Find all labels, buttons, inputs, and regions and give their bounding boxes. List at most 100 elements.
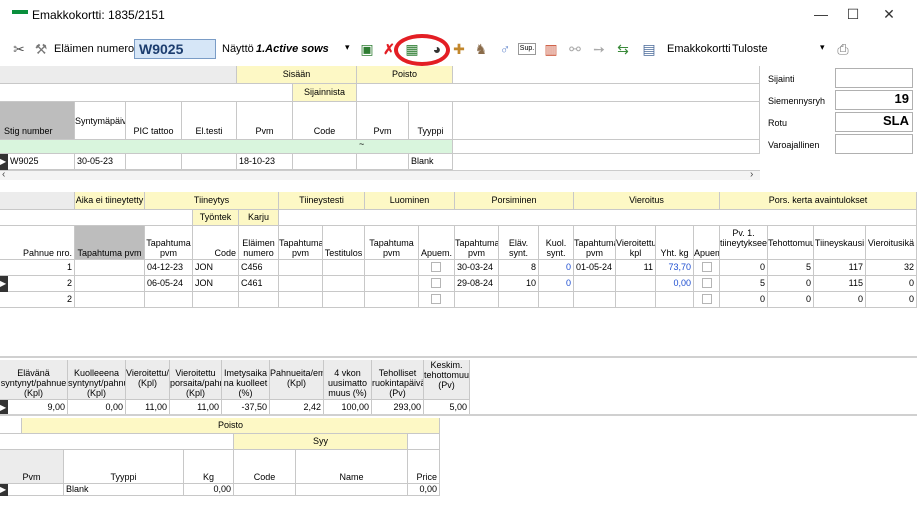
table-row-kg[interactable]: 73,70: [656, 260, 694, 276]
col-wean-nurse[interactable]: Apuem.: [694, 226, 720, 260]
printer-grid-icon[interactable]: ▤: [640, 40, 658, 58]
table-row-cell[interactable]: [574, 292, 616, 308]
view-select[interactable]: 1.Active sows: [256, 43, 329, 55]
col-boar-number[interactable]: Eläimen numero: [239, 226, 279, 260]
minimize-button[interactable]: —: [806, 4, 836, 26]
table-row-cell[interactable]: [419, 276, 455, 292]
arrow-icon[interactable]: ➙: [590, 40, 608, 58]
table-row-cell[interactable]: [365, 292, 419, 308]
removal-row-code[interactable]: [234, 484, 296, 496]
col-total-kg[interactable]: Yht. kg: [656, 226, 694, 260]
table-row-cell[interactable]: [419, 292, 455, 308]
print-icon[interactable]: ⎙: [834, 40, 852, 58]
sup-button[interactable]: Sup.: [518, 43, 536, 55]
col-4wk-return[interactable]: 4 vkon uusimatto muus (%): [324, 360, 372, 400]
col-reason-name[interactable]: Name: [296, 450, 408, 484]
filter-row[interactable]: ~: [0, 140, 453, 154]
wean-nurse-checkbox[interactable]: [702, 278, 712, 288]
table-row-cell[interactable]: [323, 292, 365, 308]
col-in-code[interactable]: Code: [293, 102, 357, 140]
col-reason-code[interactable]: Code: [234, 450, 296, 484]
col-in-date[interactable]: Pvm: [237, 102, 293, 140]
table-row-cell[interactable]: [365, 260, 419, 276]
table-row-cell[interactable]: [694, 292, 720, 308]
col-stillborn[interactable]: Kuol. synt.: [539, 226, 574, 260]
table-row-cell[interactable]: [365, 276, 419, 292]
table-row-boar[interactable]: C456: [239, 260, 279, 276]
col-worker-code[interactable]: Code: [193, 226, 239, 260]
table-row-gestation[interactable]: 115: [814, 276, 866, 292]
table-row-npd[interactable]: 5: [768, 260, 814, 276]
col-removal-kg[interactable]: Kg: [184, 450, 234, 484]
print-select[interactable]: Tuloste: [732, 43, 768, 55]
link-icon[interactable]: ⚯: [566, 40, 584, 58]
col-feeding-days[interactable]: Teholliset ruokintapäivät (Pv): [372, 360, 424, 400]
close-button[interactable]: ✕: [874, 4, 904, 26]
table-row-cell[interactable]: [279, 292, 323, 308]
location-field[interactable]: [835, 68, 913, 88]
row-pic-tattoo[interactable]: [126, 154, 182, 170]
col-weaned-per-litter[interactable]: Vieroitettu porsaita/pahnue (Kpl): [170, 360, 222, 400]
group-field[interactable]: 19: [835, 90, 913, 110]
col-live-born[interactable]: Eläv. synt.: [499, 226, 539, 260]
table-row-wean-age[interactable]: 0: [866, 276, 917, 292]
table-row-mating-date[interactable]: 06-05-24: [145, 276, 193, 292]
col-out-type[interactable]: Tyyppi: [409, 102, 453, 140]
table-row-cell[interactable]: [193, 292, 239, 308]
sow-add-icon[interactable]: ✚: [450, 40, 468, 58]
scissors-icon[interactable]: ✂: [10, 40, 28, 58]
col-nonproductive-days[interactable]: Tehottomuuspäivät: [768, 226, 814, 260]
table-row-cell[interactable]: [323, 276, 365, 292]
boar-icon[interactable]: ♂: [496, 40, 514, 58]
col-nonproductive-avg[interactable]: Keskim. tehottomuuspäiviä (Pv): [424, 360, 470, 400]
row-out-type[interactable]: Blank: [409, 154, 453, 170]
col-removal-date[interactable]: Pvm: [0, 450, 64, 484]
row-stig-number[interactable]: W9025: [8, 154, 75, 170]
row-birthdate[interactable]: 30-05-23: [75, 154, 126, 170]
table-row-kg[interactable]: 0,00: [656, 276, 694, 292]
col-abortion-date[interactable]: Tapahtuma pvm: [365, 226, 419, 260]
table-row-live-born[interactable]: 8: [499, 260, 539, 276]
col-abortion-nurse[interactable]: Apuem.: [419, 226, 455, 260]
table-row-boar[interactable]: C461: [239, 276, 279, 292]
scroll-left-icon[interactable]: ‹: [2, 169, 5, 180]
table-row-litter-no[interactable]: 1: [0, 260, 75, 276]
col-test-date[interactable]: Tapahtuma pvm: [279, 226, 323, 260]
table-row-worker[interactable]: JON: [193, 260, 239, 276]
row-el-testi[interactable]: [182, 154, 237, 170]
view-dropdown-icon[interactable]: ▾: [345, 42, 350, 53]
col-mating-date[interactable]: Tapahtuma pvm: [145, 226, 193, 260]
table-row-cell[interactable]: [279, 276, 323, 292]
table-row-cell[interactable]: [694, 260, 720, 276]
row-out-date[interactable]: [357, 154, 409, 170]
removal-row-date[interactable]: [8, 484, 64, 496]
table-row-litter-no[interactable]: 2: [0, 292, 75, 308]
table-row-wean-age[interactable]: 0: [866, 292, 917, 308]
table-row-worker[interactable]: JON: [193, 276, 239, 292]
table-row-cell[interactable]: [616, 292, 656, 308]
table-row-farrow-date[interactable]: 29-08-24: [455, 276, 499, 292]
table-row-gestation[interactable]: 0: [814, 292, 866, 308]
col-wean-age[interactable]: Vieroitusikä: [866, 226, 917, 260]
col-not-bred-date[interactable]: Tapahtuma pvm: [75, 226, 145, 260]
maximize-button[interactable]: ☐: [838, 4, 868, 26]
row-in-date[interactable]: 18-10-23: [237, 154, 293, 170]
col-litters-per-sow-year[interactable]: Pahnueita/emakko/vuosi (Kpl): [270, 360, 324, 400]
table-row-litter-no[interactable]: 2: [8, 276, 75, 292]
table-row-days-to-mating[interactable]: 5: [720, 276, 768, 292]
table-row-cell[interactable]: [499, 292, 539, 308]
table-row-npd[interactable]: 0: [768, 276, 814, 292]
col-weaned-per-weaning[interactable]: Vieroitettu/vieroitus (Kpl): [126, 360, 170, 400]
table-row-days-to-mating[interactable]: 0: [720, 292, 768, 308]
table-row-npd[interactable]: 0: [768, 292, 814, 308]
table-row-cell[interactable]: [323, 260, 365, 276]
abortion-nurse-checkbox[interactable]: [431, 294, 441, 304]
withdrawal-field[interactable]: [835, 134, 913, 154]
col-litter-no[interactable]: Pahnue nro.: [0, 226, 75, 260]
table-row-cell[interactable]: [239, 292, 279, 308]
removal-row-price[interactable]: 0,00: [408, 484, 440, 496]
add-record-icon[interactable]: ▣: [358, 40, 376, 58]
col-birthdate[interactable]: Syntymäpäivä: [75, 102, 126, 140]
table-row-farrow-date[interactable]: 30-03-24: [455, 260, 499, 276]
col-weaned-count[interactable]: Vieroitettu kpl: [616, 226, 656, 260]
